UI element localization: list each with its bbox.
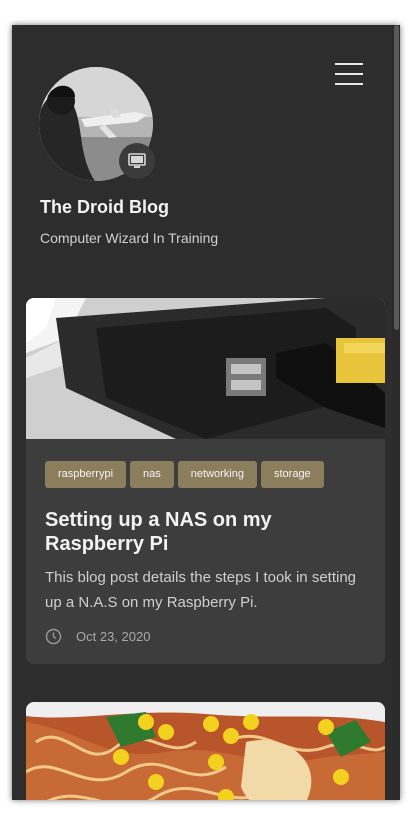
tag-list: raspberrypi nas networking storage (45, 461, 328, 488)
post-date-text: Oct 23, 2020 (76, 629, 151, 644)
tag[interactable]: nas (130, 461, 174, 488)
blog-title[interactable]: The Droid Blog (40, 197, 169, 218)
hamburger-icon (335, 73, 363, 75)
post-excerpt: This blog post details the steps I took … (45, 569, 357, 611)
post-card[interactable] (26, 702, 385, 800)
tag[interactable]: storage (260, 461, 324, 488)
hamburger-icon (335, 83, 363, 85)
avatar (39, 67, 155, 183)
menu-button[interactable] (335, 61, 365, 87)
app-screen: The Droid Blog Computer Wizard In Traini… (12, 25, 400, 800)
tag[interactable]: raspberrypi (45, 461, 127, 488)
blog-subtitle: Computer Wizard In Training (40, 230, 219, 246)
post-image[interactable] (26, 298, 385, 439)
scrollbar-thumb[interactable] (394, 25, 399, 330)
clock-icon (45, 628, 62, 645)
post-title[interactable]: Setting up a NAS on my Raspberry Pi (45, 508, 370, 556)
avatar-badge (119, 143, 155, 179)
hamburger-icon (335, 63, 363, 65)
post-date: Oct 23, 2020 (45, 628, 150, 645)
monitor-icon (128, 153, 146, 168)
tag[interactable]: networking (177, 461, 257, 488)
post-card[interactable]: raspberrypi nas networking storage Setti… (26, 298, 385, 664)
scrollbar[interactable] (392, 25, 400, 800)
post-image[interactable] (26, 702, 385, 800)
